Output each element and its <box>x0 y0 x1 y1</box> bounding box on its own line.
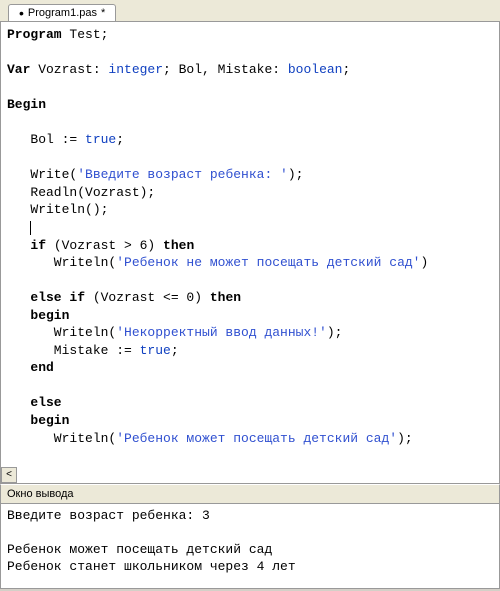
output-panel[interactable]: Введите возраст ребенка: 3 Ребенок может… <box>0 504 500 589</box>
output-line: Ребенок может посещать детский сад <box>7 542 272 557</box>
tab-bar: • Program1.pas * <box>0 0 500 22</box>
output-line: Ребенок станет школьником через 4 лет <box>7 559 296 574</box>
code-content: Program Test; Var Vozrast: integer; Bol,… <box>1 22 499 451</box>
code-editor[interactable]: Program Test; Var Vozrast: integer; Bol,… <box>0 22 500 484</box>
scroll-left-button[interactable]: < <box>1 467 17 483</box>
output-panel-title: Окно вывода <box>0 484 500 504</box>
tab-program1[interactable]: • Program1.pas * <box>8 4 116 21</box>
output-line: Введите возраст ребенка: 3 <box>7 508 210 523</box>
tab-filename: Program1.pas <box>28 7 97 19</box>
tab-suffix: * <box>101 7 105 19</box>
text-cursor <box>30 221 31 235</box>
